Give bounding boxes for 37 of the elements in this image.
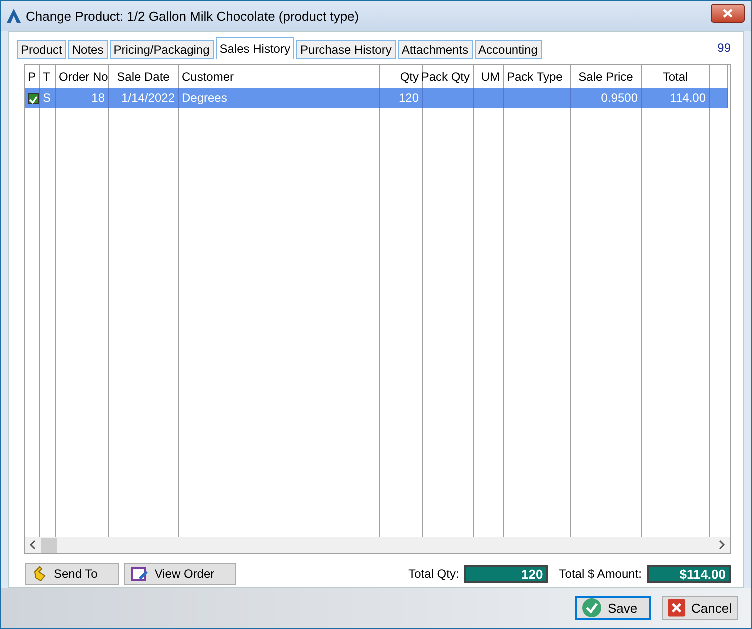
checkmark-icon — [582, 598, 602, 618]
tab[interactable]: Sales History — [216, 37, 294, 59]
total-value: $114.00 — [647, 565, 731, 583]
tab[interactable]: Product — [17, 40, 66, 59]
table-cell — [710, 88, 728, 108]
table-cell: S — [40, 88, 56, 108]
scroll-thumb[interactable] — [41, 538, 57, 552]
table-cell: 1/14/2022 — [109, 88, 179, 108]
tab[interactable]: Notes — [68, 40, 108, 59]
table-cell: 0.9500 — [571, 88, 642, 108]
table-cell: 18 — [56, 88, 109, 108]
save-button[interactable]: Save — [575, 596, 651, 620]
total-label: Total Qty: — [408, 567, 460, 581]
cancel-button[interactable]: Cancel — [662, 596, 738, 620]
checkbox[interactable] — [28, 92, 39, 104]
tab[interactable]: Accounting — [474, 40, 542, 59]
send-to-button[interactable]: Send To — [25, 563, 119, 585]
total-label: Total $ Amount: — [559, 567, 642, 581]
app-logo-icon — [7, 9, 21, 23]
document-edit-icon — [130, 566, 149, 582]
table-cell: 114.00 — [642, 88, 710, 108]
table-cell — [504, 88, 571, 108]
tab[interactable]: Pricing/Packaging — [110, 40, 214, 59]
close-icon — [668, 599, 686, 617]
table-cell: 120 — [380, 88, 423, 108]
tab[interactable]: Attachments — [398, 40, 473, 59]
table-cell — [474, 88, 504, 108]
view-order-button[interactable]: View Order — [124, 563, 236, 585]
window-title: Change Product: 1/2 Gallon Milk Chocolate (product type) — [26, 8, 360, 24]
table-cell: Degrees — [179, 88, 380, 108]
close-button[interactable] — [711, 4, 745, 22]
close-icon — [723, 8, 733, 18]
record-number: 99 — [718, 40, 732, 54]
horizontal-scrollbar[interactable] — [25, 537, 730, 553]
tab[interactable]: Purchase History — [296, 40, 396, 59]
table-cell — [423, 88, 474, 108]
total-value: 120 — [464, 565, 548, 583]
